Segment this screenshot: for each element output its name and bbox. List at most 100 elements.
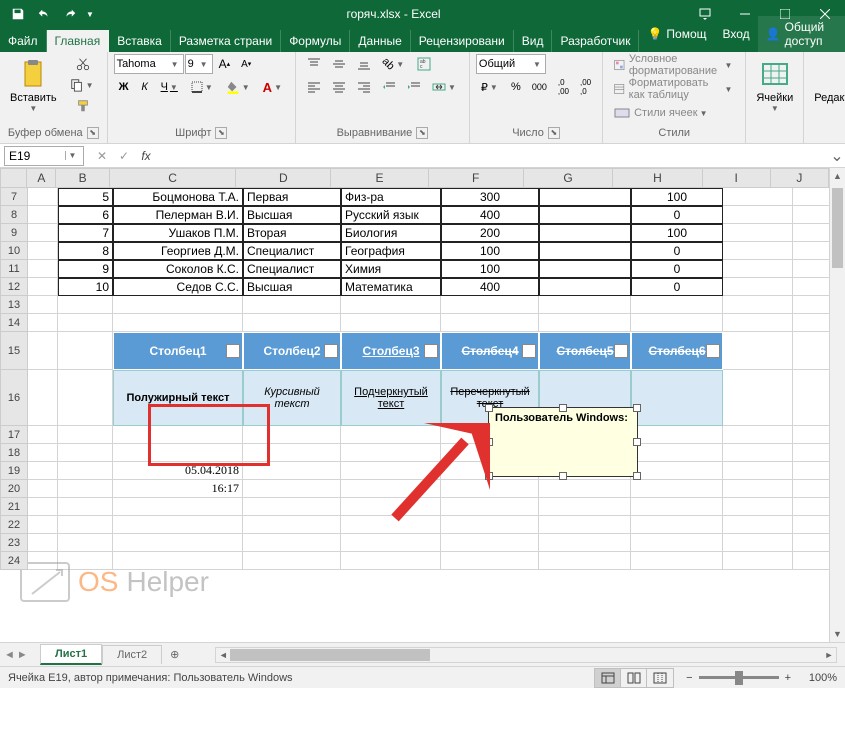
wrap-text-icon[interactable]: abc [412, 54, 436, 74]
cell[interactable] [341, 296, 441, 314]
cell[interactable]: Боцмонова Т.А. [113, 188, 243, 206]
paste-button[interactable]: Вставить ▼ [6, 54, 61, 125]
cell[interactable] [539, 534, 631, 552]
number-launcher[interactable]: ⬊ [548, 127, 560, 139]
cell[interactable] [243, 516, 341, 534]
cell[interactable]: Столбец3▼ [341, 332, 441, 370]
undo-icon[interactable] [32, 2, 56, 26]
zoom-out-button[interactable]: − [686, 672, 692, 684]
hscroll-thumb[interactable] [230, 649, 430, 661]
cell[interactable] [631, 516, 723, 534]
cell[interactable]: 400 [441, 278, 539, 296]
cell[interactable] [58, 516, 113, 534]
cell[interactable] [58, 462, 113, 480]
cell[interactable] [58, 370, 113, 426]
row-header[interactable]: 14 [0, 314, 28, 332]
column-header[interactable]: C [110, 168, 236, 188]
row-header[interactable]: 24 [0, 552, 28, 570]
cell[interactable] [113, 516, 243, 534]
cell[interactable] [28, 188, 58, 206]
sheet-tab-1[interactable]: Лист1 [40, 644, 102, 665]
cell[interactable] [539, 314, 631, 332]
row-header[interactable]: 23 [0, 534, 28, 552]
cell[interactable] [341, 462, 441, 480]
chevron-down-icon[interactable]: ▼ [65, 151, 79, 160]
cell[interactable] [539, 296, 631, 314]
cell[interactable]: 0 [631, 242, 723, 260]
cell[interactable] [28, 332, 58, 370]
tab-review[interactable]: Рецензировани [411, 30, 514, 52]
cancel-formula-icon[interactable]: ✕ [92, 149, 112, 163]
cell[interactable] [723, 188, 793, 206]
cell[interactable]: 7 [58, 224, 113, 242]
filter-dropdown-icon[interactable]: ▼ [706, 344, 720, 358]
cell[interactable] [723, 314, 793, 332]
underline-button[interactable]: Ч▼ [156, 77, 185, 97]
grow-font-icon[interactable]: A▴ [214, 54, 236, 74]
align-middle-icon[interactable] [327, 54, 351, 74]
share-button[interactable]: 👤Общий доступ [758, 16, 845, 52]
cell[interactable] [631, 480, 723, 498]
cell[interactable] [723, 534, 793, 552]
cell[interactable] [341, 426, 441, 444]
cell[interactable] [539, 224, 631, 242]
scroll-down-icon[interactable]: ▼ [830, 626, 845, 642]
cell[interactable] [723, 426, 793, 444]
comment-box[interactable]: Пользователь Windows: [488, 407, 638, 477]
merge-icon[interactable]: ▼ [427, 77, 463, 97]
cell[interactable] [723, 498, 793, 516]
cell[interactable] [723, 516, 793, 534]
comma-icon[interactable]: 000 [527, 77, 552, 97]
cell[interactable] [723, 296, 793, 314]
cell[interactable] [723, 278, 793, 296]
cell[interactable] [28, 260, 58, 278]
cell[interactable]: 0 [631, 206, 723, 224]
spreadsheet-grid[interactable]: ABCDEFGHIJ 78910111213141516171819202122… [0, 168, 845, 642]
cell[interactable] [631, 296, 723, 314]
cell[interactable] [723, 260, 793, 278]
cell[interactable] [28, 426, 58, 444]
cell[interactable] [28, 370, 58, 426]
cell[interactable] [723, 480, 793, 498]
cell[interactable]: Высшая [243, 206, 341, 224]
name-box[interactable]: E19 ▼ [4, 146, 84, 166]
cell[interactable] [723, 224, 793, 242]
zoom-slider[interactable] [699, 676, 779, 679]
cell[interactable] [58, 498, 113, 516]
cell[interactable]: Соколов К.С. [113, 260, 243, 278]
cell[interactable]: Георгиев Д.М. [113, 242, 243, 260]
row-header[interactable]: 12 [0, 278, 28, 296]
expand-formula-bar-icon[interactable]: ⌄ [829, 146, 845, 166]
cell[interactable]: 10 [58, 278, 113, 296]
cell[interactable] [631, 314, 723, 332]
cell[interactable] [28, 516, 58, 534]
cell[interactable] [631, 444, 723, 462]
cell[interactable] [28, 498, 58, 516]
indent-decrease-icon[interactable] [377, 77, 401, 97]
italic-button[interactable]: К [135, 77, 155, 97]
align-left-icon[interactable] [302, 77, 326, 97]
cell[interactable]: 200 [441, 224, 539, 242]
cell[interactable]: Пелерман В.И. [113, 206, 243, 224]
page-layout-view-icon[interactable] [621, 669, 647, 687]
tab-view[interactable]: Вид [514, 30, 553, 52]
cell[interactable] [113, 296, 243, 314]
row-header[interactable]: 21 [0, 498, 28, 516]
column-header[interactable]: I [703, 168, 771, 188]
cell[interactable]: 100 [631, 188, 723, 206]
cell[interactable] [113, 314, 243, 332]
cut-icon[interactable] [65, 54, 101, 74]
cell[interactable] [341, 516, 441, 534]
cell[interactable] [441, 516, 539, 534]
filter-dropdown-icon[interactable]: ▼ [324, 344, 338, 358]
cell[interactable] [28, 206, 58, 224]
save-icon[interactable] [6, 2, 30, 26]
cell[interactable] [723, 462, 793, 480]
cell[interactable]: Столбец6▼ [631, 332, 723, 370]
cell[interactable]: Биология [341, 224, 441, 242]
tab-layout[interactable]: Разметка страни [171, 30, 281, 52]
cell[interactable]: Вторая [243, 224, 341, 242]
row-header[interactable]: 7 [0, 188, 28, 206]
cell[interactable] [58, 332, 113, 370]
bold-button[interactable]: Ж [114, 77, 134, 97]
